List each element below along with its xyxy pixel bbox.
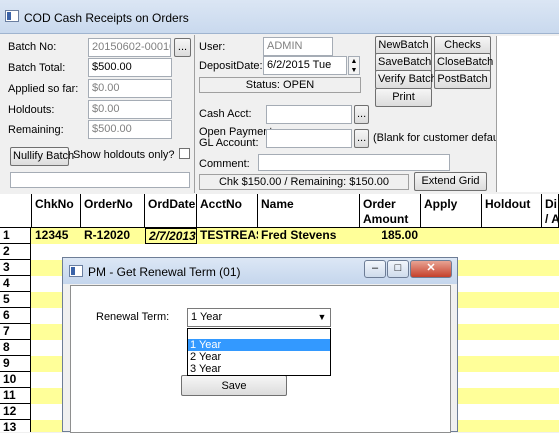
cell-orddate[interactable]: 2/7/2013 [145, 228, 197, 244]
batch-lookup-button[interactable]: ... [174, 38, 191, 57]
table-row[interactable]: 1 12345 R-12020 2/7/2013 TESTREAS Fred Steven… [0, 228, 559, 244]
deposit-date-label: DepositDate: [199, 60, 263, 72]
gl-account-lookup-button[interactable]: ... [354, 129, 369, 148]
cell-order-amount[interactable]: 185.00 [360, 228, 421, 244]
panel-divider [194, 35, 195, 193]
gl-account-field[interactable] [266, 129, 352, 148]
cell-chkno[interactable]: 12345 [32, 228, 81, 244]
dropdown-option[interactable]: 1 Year [188, 339, 330, 351]
batch-no-field[interactable]: 20150602-00010 [88, 38, 171, 57]
col-header-di[interactable]: Di / A [542, 194, 559, 228]
renewal-term-dialog: PM - Get Renewal Term (01) – □ ✕ Renewal… [62, 257, 458, 433]
cell-orderno[interactable]: R-12020 [81, 228, 145, 244]
verify-batch-button[interactable]: Verify Batch [375, 70, 437, 89]
dropdown-option[interactable]: 3 Year [188, 363, 330, 375]
row-number[interactable]: 2 [0, 244, 31, 260]
row-number[interactable]: 9 [0, 356, 31, 372]
row-number[interactable]: 4 [0, 276, 31, 292]
holdouts-label: Holdouts: [8, 104, 55, 116]
app-icon [5, 10, 19, 22]
renewal-term-selected: 1 Year [191, 311, 223, 323]
save-button[interactable]: Save [181, 375, 287, 396]
row-number[interactable]: 6 [0, 308, 31, 324]
chevron-down-icon[interactable]: ▼ [314, 309, 330, 326]
col-header-name[interactable]: Name [258, 194, 360, 228]
row-number[interactable]: 7 [0, 324, 31, 340]
nullify-batch-button[interactable]: Nullify Batch [10, 147, 74, 166]
col-header-apply[interactable]: Apply [421, 194, 482, 228]
extend-grid-button[interactable]: Extend Grid [414, 172, 487, 191]
row-number[interactable]: 8 [0, 340, 31, 356]
row-number[interactable]: 12 [0, 404, 31, 420]
remaining-label: Remaining: [8, 124, 64, 136]
cell-name[interactable]: Fred Stevens [258, 228, 360, 244]
row-number[interactable]: 5 [0, 292, 31, 308]
comment-label: Comment: [199, 158, 250, 170]
batch-total-field[interactable]: $500.00 [88, 58, 172, 77]
dropdown-options: 1 Year 2 Year 3 Year [188, 339, 330, 375]
dialog-title-bar[interactable]: PM - Get Renewal Term (01) – □ ✕ [63, 258, 457, 284]
minimize-icon[interactable]: – [364, 260, 386, 278]
left-status-field [10, 172, 190, 188]
dropdown-option[interactable]: 2 Year [188, 351, 330, 363]
col-header-holdout[interactable]: Holdout [482, 194, 542, 228]
comment-field[interactable] [258, 154, 450, 171]
cash-acct-label: Cash Acct: [199, 108, 252, 120]
row-number[interactable]: 11 [0, 388, 31, 404]
main-title-bar: COD Cash Receipts on Orders [0, 0, 559, 34]
batch-total-label: Batch Total: [8, 62, 66, 74]
user-label: User: [199, 41, 226, 53]
show-holdouts-checkbox[interactable] [179, 148, 190, 159]
col-header-order-amount[interactable]: Order Amount [360, 194, 421, 228]
col-header-acctno[interactable]: AcctNo [197, 194, 258, 228]
user-field: ADMIN [263, 37, 333, 56]
deposit-date-field[interactable]: 6/2/2015 Tue [263, 56, 347, 75]
show-holdouts-label: Show holdouts only? [73, 149, 175, 161]
right-blank-panel [496, 36, 559, 192]
grid-corner-header [0, 194, 32, 228]
row-number[interactable]: 13 [0, 420, 31, 432]
main-window-title: COD Cash Receipts on Orders [24, 11, 189, 25]
col-header-chkno[interactable]: ChkNo [32, 194, 81, 228]
batch-no-label: Batch No: [8, 41, 57, 53]
dialog-title: PM - Get Renewal Term (01) [88, 265, 241, 279]
post-batch-button[interactable]: PostBatch [434, 70, 491, 89]
print-button[interactable]: Print [375, 88, 432, 107]
applied-field: $0.00 [88, 79, 172, 98]
maximize-icon[interactable]: □ [387, 260, 409, 278]
status-box: Status: OPEN [199, 77, 361, 93]
gl-hint-text: (Blank for customer default) [373, 132, 509, 144]
close-icon[interactable]: ✕ [410, 260, 452, 278]
cell-acctno[interactable]: TESTREAS [197, 228, 258, 244]
renewal-term-dropdown[interactable]: 1 Year 2 Year 3 Year [187, 328, 331, 376]
dialog-body: Renewal Term: Save 1 Year ▼ 1 Year 2 Year… [70, 285, 451, 433]
check-summary: Chk $150.00 / Remaining: $150.00 [199, 174, 409, 190]
row-number[interactable]: 3 [0, 260, 31, 276]
row-number[interactable]: 1 [0, 228, 31, 244]
col-header-orderno[interactable]: OrderNo [81, 194, 145, 228]
holdouts-field: $0.00 [88, 100, 172, 119]
row-number[interactable]: 10 [0, 372, 31, 388]
renewal-term-label: Renewal Term: [96, 311, 170, 323]
applied-label: Applied so far: [8, 83, 79, 95]
cash-acct-field[interactable] [266, 105, 352, 124]
remaining-field: $500.00 [88, 120, 172, 139]
col-header-orddate[interactable]: OrdDate [145, 194, 197, 228]
cash-acct-lookup-button[interactable]: ... [354, 105, 369, 124]
deposit-date-spinner[interactable]: ▲ ▼ [348, 56, 360, 75]
gl-account-label: GL Account: [199, 137, 259, 149]
dialog-app-icon [69, 265, 83, 277]
renewal-term-select[interactable]: 1 Year ▼ [187, 308, 331, 327]
